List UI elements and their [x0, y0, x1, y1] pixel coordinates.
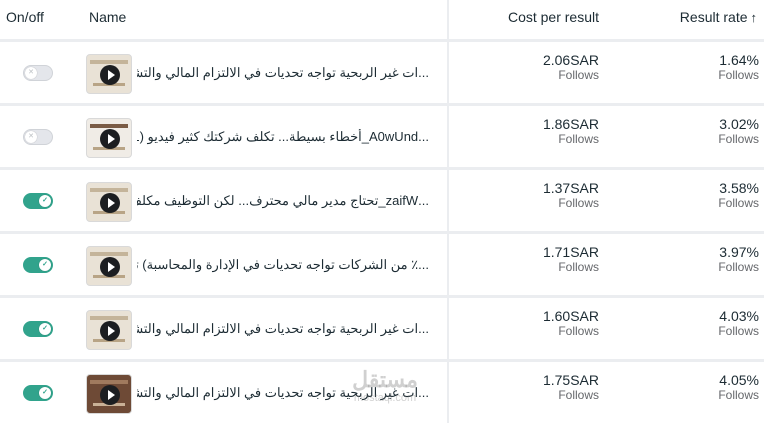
cost-per-result-cell: 2.06SAR Follows — [543, 52, 599, 82]
table-row[interactable]: ✕ ...A0wUnd_أخطاء بسيطة... تكلف شركتك كث… — [0, 106, 764, 170]
ad-name[interactable]: ...ات غير الربحية تواجه تحديات في الالتز… — [137, 385, 429, 401]
cost-per-result-cell: 1.71SAR Follows — [543, 244, 599, 274]
table-row[interactable]: ✓ ...zaifW_تحتاج مدير مالي محترف... لكن … — [0, 170, 764, 234]
rate-value: 4.05% — [719, 372, 759, 388]
ads-table: On/off Name Cost per result Result rate ↑… — [0, 0, 764, 423]
result-rate-cell: 3.97% Follows — [718, 244, 759, 274]
table-row[interactable]: ✓ ...ات غير الربحية تواجه تحديات في الال… — [0, 298, 764, 362]
result-rate-cell: 1.64% Follows — [718, 52, 759, 82]
cost-result-type: Follows — [558, 260, 599, 274]
play-icon[interactable] — [100, 257, 120, 277]
toggle-check-icon: ✓ — [39, 387, 51, 399]
cost-result-type: Follows — [558, 388, 599, 402]
rate-result-type: Follows — [718, 324, 759, 338]
delivery-toggle[interactable]: ✓ — [23, 257, 53, 273]
rate-result-type: Follows — [718, 68, 759, 82]
delivery-toggle[interactable]: ✓ — [23, 193, 53, 209]
cost-result-type: Follows — [558, 68, 599, 82]
ad-name[interactable]: ...zaifW_تحتاج مدير مالي محترف... لكن ال… — [137, 193, 429, 209]
rate-result-type: Follows — [718, 132, 759, 146]
cost-value: 1.60SAR — [542, 308, 599, 324]
ad-name[interactable]: ...ات غير الربحية تواجه تحديات في الالتز… — [137, 65, 429, 81]
result-rate-cell: 3.58% Follows — [718, 180, 759, 210]
ad-thumbnail[interactable] — [86, 246, 132, 286]
ad-thumbnail[interactable] — [86, 118, 132, 158]
delivery-toggle[interactable]: ✕ — [23, 129, 53, 145]
ad-name[interactable]: ...٪ من الشركات تواجه تحديات في الإدارة … — [137, 257, 429, 273]
cost-per-result-cell: 1.86SAR Follows — [543, 116, 599, 146]
cost-value: 1.86SAR — [542, 116, 599, 132]
delivery-toggle[interactable]: ✕ — [23, 65, 53, 81]
table-row[interactable]: ✓ ...٪ من الشركات تواجه تحديات في الإدار… — [0, 234, 764, 298]
rate-result-type: Follows — [718, 260, 759, 274]
table-header: On/off Name Cost per result Result rate ↑ — [0, 0, 764, 42]
column-header-onoff[interactable]: On/off — [6, 9, 44, 25]
cost-value: 1.71SAR — [542, 244, 599, 260]
column-header-cost-per-result[interactable]: Cost per result — [508, 9, 599, 25]
sort-ascending-icon[interactable]: ↑ — [751, 10, 758, 25]
play-icon[interactable] — [100, 129, 120, 149]
toggle-check-icon: ✓ — [39, 259, 51, 271]
ad-thumbnail[interactable] — [86, 182, 132, 222]
result-rate-cell: 4.05% Follows — [718, 372, 759, 402]
cost-result-type: Follows — [558, 132, 599, 146]
play-icon[interactable] — [100, 193, 120, 213]
delivery-toggle[interactable]: ✓ — [23, 385, 53, 401]
rate-value: 3.97% — [719, 244, 759, 260]
rate-result-type: Follows — [718, 196, 759, 210]
toggle-x-icon: ✕ — [25, 131, 37, 143]
cost-per-result-cell: 1.37SAR Follows — [543, 180, 599, 210]
ad-thumbnail[interactable] — [86, 374, 132, 414]
rate-value: 3.02% — [719, 116, 759, 132]
rate-result-type: Follows — [718, 388, 759, 402]
ad-thumbnail[interactable] — [86, 310, 132, 350]
cost-per-result-cell: 1.60SAR Follows — [543, 308, 599, 338]
ad-thumbnail[interactable] — [86, 54, 132, 94]
cost-per-result-cell: 1.75SAR Follows — [543, 372, 599, 402]
delivery-toggle[interactable]: ✓ — [23, 321, 53, 337]
play-icon[interactable] — [100, 321, 120, 341]
rate-value: 1.64% — [719, 52, 759, 68]
result-rate-cell: 4.03% Follows — [718, 308, 759, 338]
play-icon[interactable] — [100, 65, 120, 85]
toggle-x-icon: ✕ — [25, 67, 37, 79]
toggle-check-icon: ✓ — [39, 323, 51, 335]
cost-result-type: Follows — [558, 324, 599, 338]
cost-result-type: Follows — [558, 196, 599, 210]
table-row[interactable]: ✓ ...ات غير الربحية تواجه تحديات في الال… — [0, 362, 764, 423]
cost-value: 1.37SAR — [542, 180, 599, 196]
column-header-result-rate[interactable]: Result rate ↑ — [680, 9, 757, 25]
cost-value: 1.75SAR — [542, 372, 599, 388]
cost-value: 2.06SAR — [542, 52, 599, 68]
ad-name[interactable]: ...A0wUnd_أخطاء بسيطة... تكلف شركتك كثير… — [137, 129, 429, 145]
table-row[interactable]: ✕ ...ات غير الربحية تواجه تحديات في الال… — [0, 42, 764, 106]
ad-name[interactable]: ...ات غير الربحية تواجه تحديات في الالتز… — [137, 321, 429, 337]
column-header-name[interactable]: Name — [89, 9, 126, 25]
rate-value: 4.03% — [719, 308, 759, 324]
result-rate-label: Result rate — [679, 9, 748, 25]
play-icon[interactable] — [100, 385, 120, 405]
rate-value: 3.58% — [719, 180, 759, 196]
result-rate-cell: 3.02% Follows — [718, 116, 759, 146]
toggle-check-icon: ✓ — [39, 195, 51, 207]
